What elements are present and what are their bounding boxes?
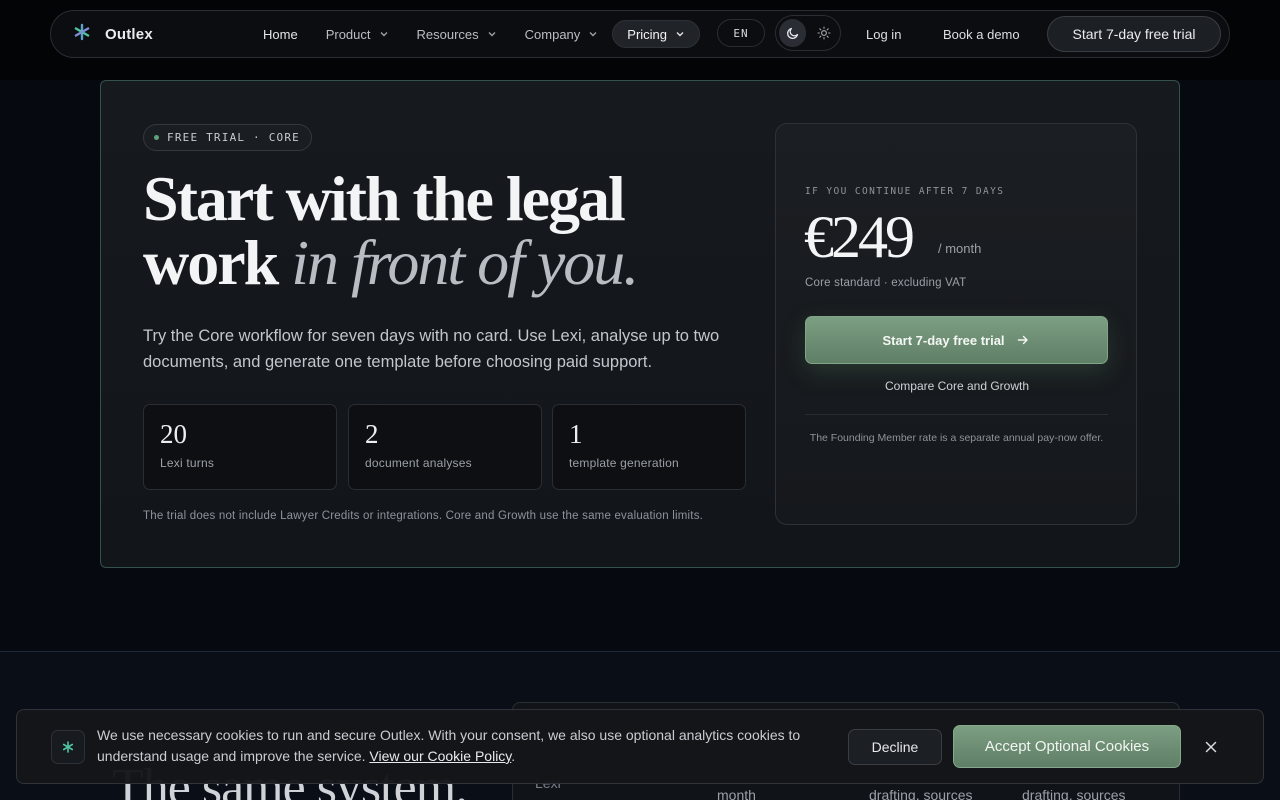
nav-links: Home Product Resources Company Pricing — [249, 20, 701, 48]
start-trial-nav-button[interactable]: Start 7-day free trial — [1047, 16, 1221, 52]
theme-toggle — [775, 15, 841, 51]
headline-italic: in front of you. — [291, 227, 639, 298]
headline-word: work — [143, 227, 279, 298]
stat-label: document analyses — [365, 456, 472, 470]
status-dot-icon — [154, 135, 159, 140]
price-note: Core standard · excluding VAT — [805, 277, 967, 289]
price-kicker: IF YOU CONTINUE AFTER 7 DAYS — [805, 186, 1005, 197]
nav-company-label: Company — [524, 26, 581, 42]
start-trial-button[interactable]: Start 7-day free trial — [805, 316, 1108, 364]
sun-icon — [816, 26, 831, 40]
table-cell: drafting, sources — [1022, 787, 1126, 800]
login-link[interactable]: Log in — [866, 11, 901, 57]
founding-member-note: The Founding Member rate is a separate a… — [809, 432, 1104, 444]
nav-product-label: Product — [325, 26, 371, 42]
brand[interactable]: Outlex — [73, 11, 153, 57]
stat-label: Lexi turns — [160, 456, 215, 470]
nav-home-label: Home — [263, 26, 298, 42]
main-navigation: Outlex Home Product Resources Company Pr… — [50, 10, 1230, 58]
chevron-down-icon — [676, 32, 684, 37]
close-icon[interactable] — [1201, 737, 1221, 757]
stat-value: 2 — [365, 419, 379, 449]
price-panel: IF YOU CONTINUE AFTER 7 DAYS €249 / mont… — [775, 123, 1137, 525]
nav-home[interactable]: Home — [249, 20, 312, 48]
dark-mode-button[interactable] — [779, 19, 806, 47]
chevron-down-icon — [380, 32, 387, 37]
nav-pricing[interactable]: Pricing — [612, 20, 701, 48]
moon-icon — [786, 27, 798, 39]
trial-badge-label: FREE TRIAL · CORE — [167, 131, 300, 144]
cookie-asterisk-icon — [51, 730, 85, 764]
chevron-down-icon — [589, 32, 597, 37]
book-demo-link[interactable]: Book a demo — [943, 11, 1020, 57]
nav-product[interactable]: Product — [312, 20, 403, 48]
chevron-down-icon — [488, 32, 496, 37]
brand-name: Outlex — [105, 25, 153, 43]
stat-value: 1 — [569, 419, 583, 449]
trial-hero-card: FREE TRIAL · CORE Start with the legal w… — [100, 80, 1180, 568]
cookie-banner: We use necessary cookies to run and secu… — [16, 709, 1264, 784]
nav-company[interactable]: Company — [511, 20, 613, 48]
headline-line1: Start with the legal — [143, 163, 626, 234]
divider — [805, 414, 1108, 415]
cookie-message-period: . — [511, 748, 516, 764]
cookie-policy-link[interactable]: View our Cookie Policy — [369, 748, 511, 764]
accept-cookies-button[interactable]: Accept Optional Cookies — [953, 725, 1181, 768]
compare-plans-link[interactable]: Compare Core and Growth — [776, 379, 1138, 393]
cookie-message: We use necessary cookies to run and secu… — [97, 725, 827, 767]
logo-asterisk-icon — [73, 23, 91, 46]
stat-document-analyses: 2 document analyses — [348, 404, 542, 490]
stat-value: 20 — [160, 419, 187, 449]
language-switcher[interactable]: EN — [717, 19, 765, 47]
start-trial-button-label: Start 7-day free trial — [882, 332, 1005, 348]
trial-fine-print: The trial does not include Lawyer Credit… — [143, 510, 704, 522]
stat-template-generation: 1 template generation — [552, 404, 746, 490]
table-cell: drafting, sources — [869, 787, 973, 800]
hero-headline: Start with the legal work in front of yo… — [143, 167, 743, 295]
nav-pricing-label: Pricing — [627, 26, 668, 42]
stat-label: template generation — [569, 456, 679, 470]
arrow-right-icon — [1015, 332, 1031, 348]
nav-resources-label: Resources — [416, 26, 479, 42]
trial-badge: FREE TRIAL · CORE — [143, 124, 312, 151]
light-mode-button[interactable] — [810, 19, 837, 47]
price-amount: €249 — [804, 204, 915, 270]
stat-lexi-turns: 20 Lexi turns — [143, 404, 337, 490]
decline-cookies-button[interactable]: Decline — [848, 729, 942, 765]
table-cell: month — [717, 787, 756, 800]
hero-lead: Try the Core workflow for seven days wit… — [143, 327, 720, 371]
nav-resources[interactable]: Resources — [403, 20, 511, 48]
price-period: / month — [938, 241, 982, 256]
